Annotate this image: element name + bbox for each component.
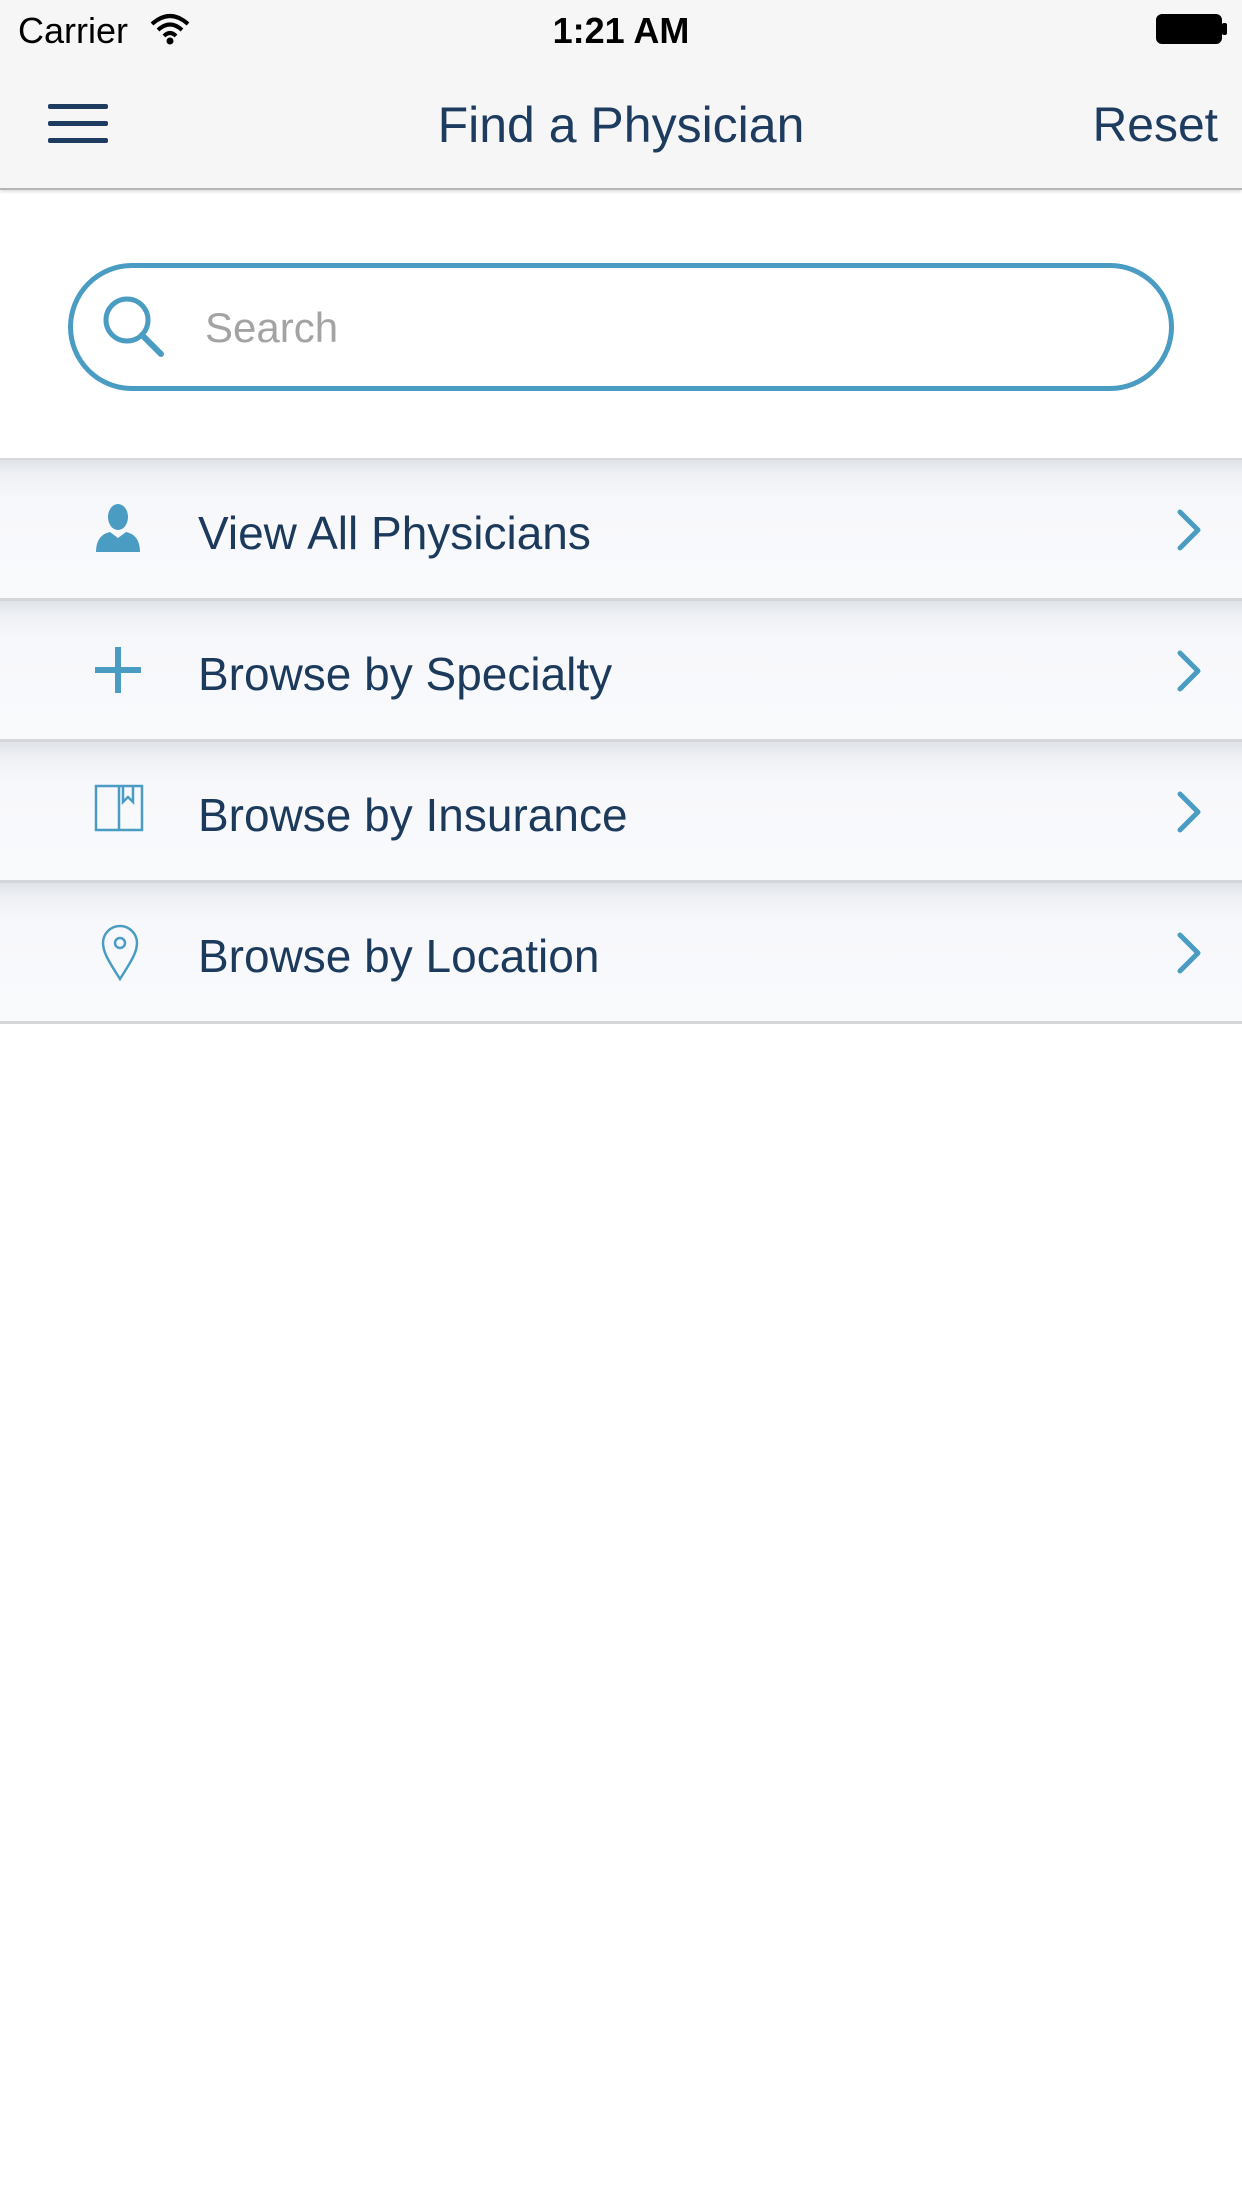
chevron-right-icon [1177,932,1201,974]
browse-by-location-item[interactable]: Browse by Location [0,883,1242,1024]
menu-item-label: Browse by Insurance [198,789,628,841]
battery-icon [1156,14,1227,44]
browse-menu: View All Physicians Browse by Specialty … [0,458,1242,1024]
menu-item-label: View All Physicians [198,507,591,559]
navigation-bar: Find a Physician Reset [0,60,1242,190]
chevron-right-icon [1177,650,1201,692]
plus-icon [95,647,141,693]
hamburger-menu-icon[interactable] [48,100,108,146]
search-icon [103,296,164,357]
person-icon [96,504,140,552]
menu-item-label: Browse by Location [198,930,600,982]
chevron-right-icon [1177,509,1201,551]
status-time: 1:21 AM [552,10,690,51]
page-title: Find a Physician [437,97,805,153]
book-icon [94,784,144,832]
search-input[interactable] [205,286,1135,370]
find-physician-screen: Carrier 1:21 AM Find a Physician Reset S… [0,0,1242,2208]
view-all-physicians-item[interactable]: View All Physicians [0,460,1242,601]
search-bar[interactable] [68,263,1174,391]
menu-item-label: Browse by Specialty [198,648,613,700]
chevron-right-icon [1177,791,1201,833]
location-pin-icon [101,924,139,982]
reset-button[interactable]: Reset [1093,98,1218,153]
status-bar: Carrier 1:21 AM [0,0,1242,60]
browse-by-specialty-item[interactable]: Browse by Specialty [0,601,1242,742]
browse-by-insurance-item[interactable]: Browse by Insurance [0,742,1242,883]
